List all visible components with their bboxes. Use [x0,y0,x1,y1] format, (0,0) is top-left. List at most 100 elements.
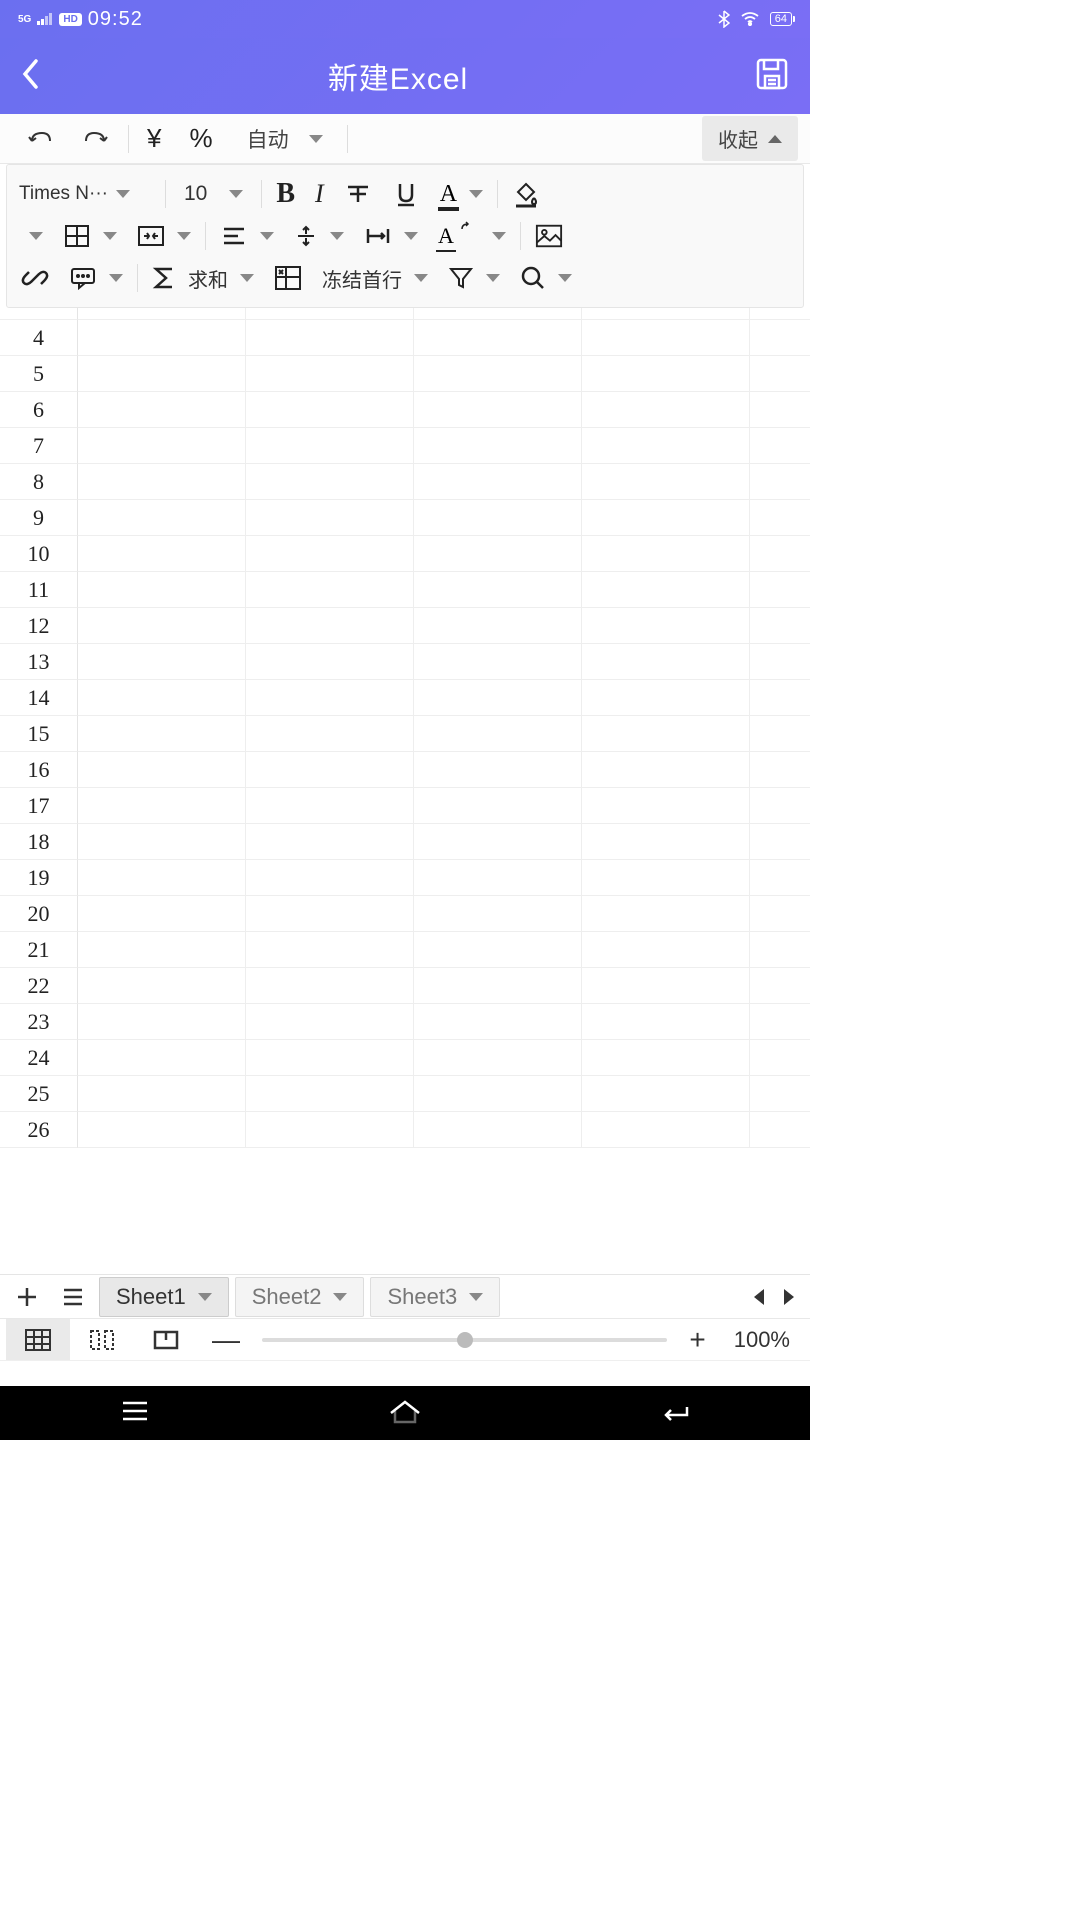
merge-dropdown[interactable] [127,224,201,248]
row-header[interactable]: 21 [0,932,78,968]
cell[interactable] [414,1112,582,1148]
cell[interactable] [78,464,246,500]
cell[interactable] [414,644,582,680]
cell[interactable] [414,680,582,716]
cell[interactable] [582,572,750,608]
cell[interactable] [246,1112,414,1148]
row-header[interactable]: 26 [0,1112,78,1148]
row-header[interactable]: 13 [0,644,78,680]
cell[interactable] [78,428,246,464]
cell[interactable] [246,968,414,1004]
strikethrough-button[interactable] [334,173,382,215]
font-color-dropdown[interactable]: A [430,181,493,208]
cell[interactable] [750,968,810,1004]
redo-button[interactable] [68,114,124,163]
cell[interactable] [582,356,750,392]
cell[interactable] [246,392,414,428]
cell[interactable] [246,1076,414,1112]
cell[interactable] [246,356,414,392]
cell[interactable] [750,1004,810,1040]
cell[interactable] [246,536,414,572]
row-header[interactable]: 7 [0,428,78,464]
cell[interactable] [414,608,582,644]
pivot-button[interactable] [264,257,312,299]
row-header[interactable]: 8 [0,464,78,500]
cell[interactable] [582,896,750,932]
cell[interactable] [78,1076,246,1112]
link-button[interactable] [11,257,59,299]
cell[interactable] [78,716,246,752]
cell[interactable] [78,752,246,788]
cell[interactable] [582,824,750,860]
row-header[interactable]: 4 [0,320,78,356]
italic-button[interactable]: I [305,173,334,215]
cell[interactable] [582,428,750,464]
find-dropdown[interactable] [510,265,582,291]
underline-button[interactable] [382,173,430,215]
cell[interactable] [414,392,582,428]
cell[interactable] [414,500,582,536]
cell[interactable] [78,932,246,968]
cell[interactable] [78,896,246,932]
cell[interactable] [582,752,750,788]
cell[interactable] [750,1076,810,1112]
cell[interactable] [582,680,750,716]
sheet-tab-2[interactable]: Sheet2 [235,1277,365,1317]
cell[interactable] [582,1076,750,1112]
row-header[interactable]: 9 [0,500,78,536]
cell[interactable] [750,464,810,500]
row-header[interactable]: 18 [0,824,78,860]
view-normal-button[interactable] [6,1319,70,1360]
cell[interactable] [246,752,414,788]
row-header[interactable]: 5 [0,356,78,392]
cell[interactable] [414,752,582,788]
cell[interactable] [78,1112,246,1148]
cell[interactable] [414,932,582,968]
row-header[interactable]: 20 [0,896,78,932]
collapse-button[interactable]: 收起 [702,116,798,161]
row-header[interactable]: 10 [0,536,78,572]
cell[interactable] [246,1004,414,1040]
cell[interactable] [750,644,810,680]
cell[interactable] [582,932,750,968]
cell[interactable] [582,1004,750,1040]
cell[interactable] [78,320,246,356]
cell[interactable] [582,464,750,500]
row-header[interactable]: 16 [0,752,78,788]
cell[interactable] [582,860,750,896]
cell[interactable] [414,1076,582,1112]
home-button[interactable] [387,1397,423,1430]
cell[interactable] [750,824,810,860]
cell[interactable] [582,716,750,752]
cell[interactable] [246,860,414,896]
cell[interactable] [582,500,750,536]
sheet-scroll-right[interactable] [784,1289,794,1305]
cell[interactable] [246,644,414,680]
cell[interactable] [246,824,414,860]
cell[interactable] [78,1040,246,1076]
cell[interactable] [246,464,414,500]
cell[interactable] [414,1004,582,1040]
cell[interactable] [750,536,810,572]
cell[interactable] [750,896,810,932]
cell[interactable] [414,536,582,572]
cell[interactable] [750,572,810,608]
cell[interactable] [414,572,582,608]
row-header[interactable]: 25 [0,1076,78,1112]
row-header[interactable]: 17 [0,788,78,824]
cell[interactable] [750,752,810,788]
cell[interactable] [582,968,750,1004]
cell[interactable] [246,428,414,464]
cell[interactable] [750,932,810,968]
cell[interactable] [246,608,414,644]
cell[interactable] [750,320,810,356]
cell[interactable] [414,716,582,752]
cell[interactable] [750,1040,810,1076]
row-header[interactable]: 22 [0,968,78,1004]
cell[interactable] [78,1004,246,1040]
sheet-tab-1[interactable]: Sheet1 [99,1277,229,1317]
row-header[interactable]: 14 [0,680,78,716]
view-page-break-button[interactable] [70,1319,134,1360]
row-header[interactable]: 11 [0,572,78,608]
cell[interactable] [414,824,582,860]
